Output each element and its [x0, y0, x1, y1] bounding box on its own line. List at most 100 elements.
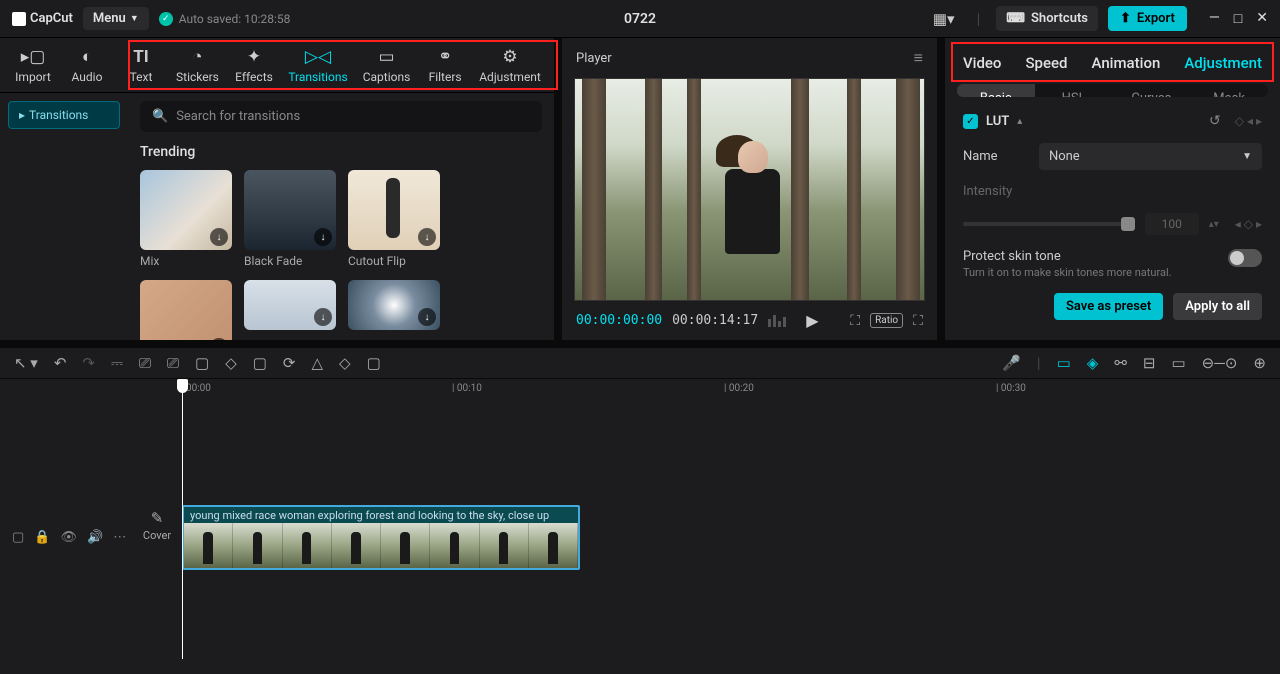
delete-tool[interactable]: ▢ [195, 354, 209, 372]
lock-icon[interactable]: 🔒 [34, 530, 50, 545]
timeline-tracks[interactable]: ✎ Cover young mixed race woman exploring… [132, 401, 1280, 674]
subtab-mask[interactable]: Mask [1190, 84, 1268, 97]
keyframe-nav[interactable]: ◇ ◂ ▸ [1235, 114, 1262, 128]
trim-right-tool[interactable]: ⎚ [167, 354, 179, 372]
magnet-tool[interactable]: ▭ [1057, 354, 1071, 372]
ruler-mark: | 00:20 [724, 383, 754, 394]
player-menu-icon[interactable]: ≡ [914, 48, 923, 68]
filters-button[interactable]: ⚭ Filters [418, 38, 472, 92]
stickers-icon: ◔ [192, 47, 202, 67]
transition-then-and-now[interactable]: ↓ Then and Now [140, 280, 232, 340]
lut-checkbox[interactable]: ✓ [963, 114, 978, 129]
stickers-button[interactable]: ◔ Stickers [168, 38, 227, 92]
cover-button[interactable]: ✎ Cover [138, 509, 176, 542]
protect-skin-toggle[interactable] [1228, 249, 1262, 267]
ratio-button[interactable]: Ratio [870, 313, 903, 328]
transition-black-fade[interactable]: ↓ Black Fade [244, 170, 336, 268]
download-icon[interactable]: ↓ [418, 308, 436, 326]
tab-adjustment[interactable]: Adjustment [1184, 54, 1262, 72]
autosave-status: ✓ Auto saved: 10:28:58 [159, 12, 291, 26]
layout-icon[interactable]: ▦▾ [927, 6, 961, 32]
keyframe-nav[interactable]: ◂ ◇ ▸ [1235, 217, 1262, 231]
effects-icon: ✦ [247, 47, 261, 67]
titlebar: CapCut Menu ▼ ✓ Auto saved: 10:28:58 072… [0, 0, 1280, 38]
player-viewport[interactable] [574, 78, 925, 301]
search-input[interactable]: 🔍 Search for transitions [140, 101, 542, 132]
more-icon[interactable]: ⋯ [113, 530, 126, 545]
transition-item[interactable]: ↓ [244, 280, 336, 340]
transitions-button[interactable]: ▷◁ Transitions [281, 38, 355, 92]
tab-video[interactable]: Video [963, 54, 1002, 72]
capture-icon[interactable]: ▢ [12, 530, 24, 545]
close-button[interactable]: ✕ [1256, 10, 1268, 27]
logo-text: CapCut [30, 11, 73, 26]
undo-button[interactable]: ↶ [54, 354, 67, 372]
reverse-tool[interactable]: ⟳ [283, 354, 296, 372]
sidebar-transitions-tab[interactable]: ▸ Transitions [8, 101, 120, 129]
download-icon[interactable]: ↓ [314, 228, 332, 246]
snap-tool[interactable]: ◈ [1087, 354, 1099, 372]
text-button[interactable]: TI Text [114, 38, 168, 92]
tab-animation[interactable]: Animation [1092, 54, 1161, 72]
intensity-value[interactable]: 100 [1145, 213, 1199, 235]
thumb-image: ↓ [140, 170, 232, 250]
save-preset-button[interactable]: Save as preset [1054, 293, 1163, 320]
align-tool[interactable]: ⊟ [1143, 354, 1156, 372]
zoom-fit[interactable]: ⊕ [1253, 354, 1266, 372]
cursor-tool[interactable]: ↖ ▾ [14, 354, 38, 372]
mic-button[interactable]: 🎤 [1002, 354, 1021, 372]
link-tool[interactable]: ⚯ [1114, 354, 1127, 372]
download-icon[interactable]: ↓ [210, 338, 228, 340]
apply-all-button[interactable]: Apply to all [1173, 293, 1262, 320]
video-clip[interactable]: young mixed race woman exploring forest … [182, 505, 580, 570]
stepper[interactable]: ▴▾ [1209, 219, 1219, 230]
transition-cutout-flip[interactable]: ↓ Cutout Flip [348, 170, 440, 268]
export-button[interactable]: ⬆ Export [1108, 6, 1187, 31]
mute-icon[interactable]: 🔊 [87, 530, 103, 545]
adjustment-button[interactable]: ⚙ Adjustment [472, 38, 548, 92]
visibility-icon[interactable]: 👁 [60, 530, 77, 545]
transition-item[interactable]: ↓ [348, 280, 440, 340]
import-button[interactable]: ▸▢ Import [6, 38, 60, 92]
fullscreen-icon[interactable]: ⛶ [913, 313, 923, 329]
audio-button[interactable]: ◐ Audio [60, 38, 114, 92]
chevron-icon[interactable]: ▴ [1017, 116, 1022, 127]
slider-thumb[interactable] [1121, 217, 1135, 231]
transition-mix[interactable]: ↓ Mix [140, 170, 232, 268]
redo-button[interactable]: ↷ [82, 354, 95, 372]
play-button[interactable]: ▶ [806, 311, 818, 330]
marker-tool[interactable]: ◇ [225, 354, 237, 372]
subtab-curves[interactable]: Curves [1112, 84, 1190, 97]
playhead[interactable] [182, 379, 183, 659]
bookmark-tool[interactable]: ▢ [253, 354, 267, 372]
lut-select[interactable]: None ▼ [1039, 143, 1262, 170]
tab-speed[interactable]: Speed [1025, 54, 1067, 72]
transitions-icon: ▷◁ [305, 47, 331, 67]
download-icon[interactable]: ↓ [314, 308, 332, 326]
split-tool[interactable]: ⎓ [111, 354, 123, 372]
maximize-button[interactable]: □ [1234, 10, 1242, 27]
chevron-down-icon: ▼ [130, 13, 139, 24]
preview-tool[interactable]: ▭ [1171, 354, 1185, 372]
captions-label: Captions [363, 70, 411, 84]
menu-button[interactable]: Menu ▼ [83, 7, 149, 30]
download-icon[interactable]: ↓ [418, 228, 436, 246]
intensity-slider[interactable] [963, 222, 1135, 226]
zoom-out[interactable]: ⊖─⊙ [1202, 354, 1238, 372]
download-icon[interactable]: ↓ [210, 228, 228, 246]
mirror-tool[interactable]: △ [312, 354, 324, 372]
crop-tool[interactable]: ▢ [367, 354, 381, 372]
captions-button[interactable]: ▭ Captions [355, 38, 418, 92]
timeline-ruler[interactable]: 00:00 | 00:10 | 00:20 | 00:30 [132, 379, 1280, 401]
effects-button[interactable]: ✦ Effects [227, 38, 281, 92]
minimize-button[interactable]: — [1209, 10, 1220, 27]
shortcuts-button[interactable]: ⌨ Shortcuts [996, 6, 1098, 31]
time-total: 00:00:14:17 [672, 313, 758, 328]
rotate-tool[interactable]: ◇ [339, 354, 351, 372]
protect-skin-title: Protect skin tone [963, 249, 1216, 264]
trim-left-tool[interactable]: ⎚ [139, 354, 151, 372]
scan-icon[interactable]: ⛶ [850, 313, 860, 329]
subtab-hsl[interactable]: HSL [1035, 84, 1113, 97]
subtab-basic[interactable]: Basic [957, 84, 1035, 97]
reset-icon[interactable]: ↺ [1209, 113, 1221, 129]
